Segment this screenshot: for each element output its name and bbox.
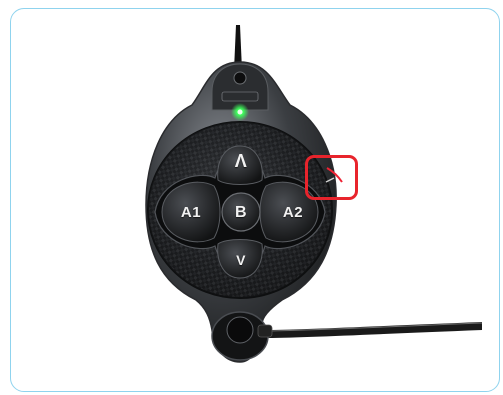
highlight-box xyxy=(305,155,358,200)
down-button-label: V xyxy=(236,252,246,268)
up-button-label: Λ xyxy=(234,151,248,171)
a2-button-label: A2 xyxy=(282,204,304,221)
remote-photo xyxy=(145,25,483,363)
cable-port xyxy=(233,71,247,85)
b-button-label: B xyxy=(234,204,248,221)
a1-button-label: A1 xyxy=(180,204,202,221)
